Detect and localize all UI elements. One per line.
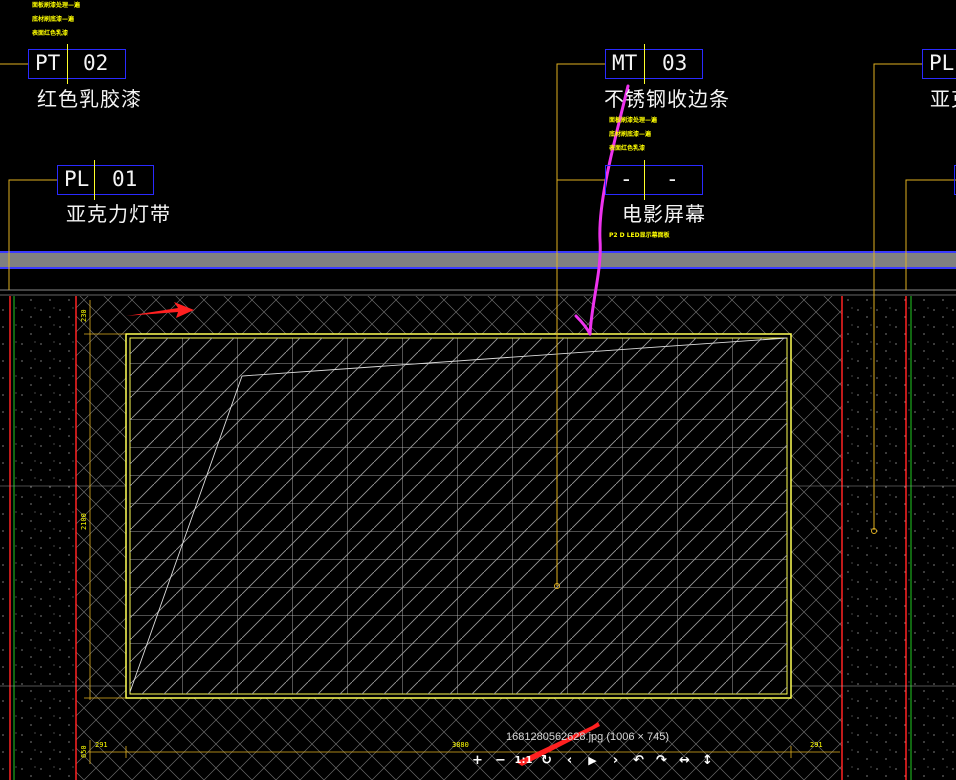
tiny-note-left-3: 表面红色乳漆 xyxy=(32,30,69,37)
label-name-pl-right: 亚克 xyxy=(930,87,956,111)
tag-number: 02 xyxy=(83,51,109,75)
cad-drawing-canvas xyxy=(0,63,956,780)
image-filename-caption: 1681280562628.jpg (1006 × 745) xyxy=(506,731,670,743)
movie-screen xyxy=(125,333,792,699)
zoom-out-button[interactable]: − xyxy=(489,752,512,770)
zoom-in-button[interactable]: + xyxy=(466,752,489,770)
label-tag-pl01: PL 01 xyxy=(57,160,154,200)
previous-button[interactable]: ‹ xyxy=(558,752,581,770)
tag-divider xyxy=(644,160,645,200)
label-tag-dash: - - xyxy=(605,160,703,200)
tag-divider xyxy=(94,160,95,200)
tag-divider xyxy=(67,44,68,84)
tiny-note-mid-3: 表面红色乳漆 xyxy=(609,145,646,152)
dimension-height: 2100 xyxy=(80,513,88,530)
label-name-pt02: 红色乳胶漆 xyxy=(37,87,142,111)
flip-vertical-button[interactable]: ↕ xyxy=(696,752,719,770)
left-wall-texture xyxy=(14,296,76,780)
tiny-note-left-1: 面板刷漆处理—遍 xyxy=(32,2,81,9)
tag-number: - xyxy=(666,167,679,191)
tag-number: 01 xyxy=(112,167,138,191)
left-edge-texture xyxy=(0,296,10,780)
tag-code: PL xyxy=(929,51,955,75)
dimension-bottom-offset: 650 xyxy=(80,745,88,758)
label-tag-pt02: PT 02 xyxy=(28,44,126,84)
flip-horizontal-button[interactable]: ↔ xyxy=(673,752,696,770)
label-name-screen: 电影屏幕 xyxy=(622,202,706,226)
right-wall-texture xyxy=(843,296,956,780)
dimension-main-width: 3880 xyxy=(452,741,469,749)
tiny-note-mid-1: 面板刷漆处理—遍 xyxy=(609,117,658,124)
tag-number: 03 xyxy=(662,51,688,75)
ceiling-band xyxy=(0,251,956,296)
tag-code: PT xyxy=(35,51,61,75)
tiny-note-left-2: 底材刷底漆—遍 xyxy=(32,16,75,23)
tiny-note-screen: P2 D LED显示幕面板 xyxy=(609,232,670,239)
dimension-top-offset: 230 xyxy=(80,309,88,322)
tag-divider xyxy=(644,44,645,84)
next-button[interactable]: › xyxy=(604,752,627,770)
dimension-right-width: 291 xyxy=(810,741,823,749)
label-name-mt03: 不锈钢收边条 xyxy=(604,87,730,111)
label-name-pl01: 亚克力灯带 xyxy=(66,202,171,226)
rotate-right-button[interactable]: ↷ xyxy=(650,752,673,770)
reset-icon[interactable]: ↻ xyxy=(535,752,558,770)
image-viewer-toolbar: + − 1:1 ↻ ‹ ▶ › ↶ ↷ ↔ ↕ xyxy=(466,752,719,770)
rotate-left-button[interactable]: ↶ xyxy=(627,752,650,770)
tiny-note-mid-2: 底材刷底漆—遍 xyxy=(609,131,652,138)
label-tag-pl-right: PL xyxy=(922,49,956,79)
play-slideshow-button[interactable]: ▶ xyxy=(581,752,604,770)
label-tag-mt03: MT 03 xyxy=(605,44,703,84)
actual-size-button[interactable]: 1:1 xyxy=(512,752,535,770)
tag-code: - xyxy=(620,167,633,191)
dimension-left-width: 291 xyxy=(95,741,108,749)
tag-code: MT xyxy=(612,51,638,75)
tag-code: PL xyxy=(64,167,90,191)
